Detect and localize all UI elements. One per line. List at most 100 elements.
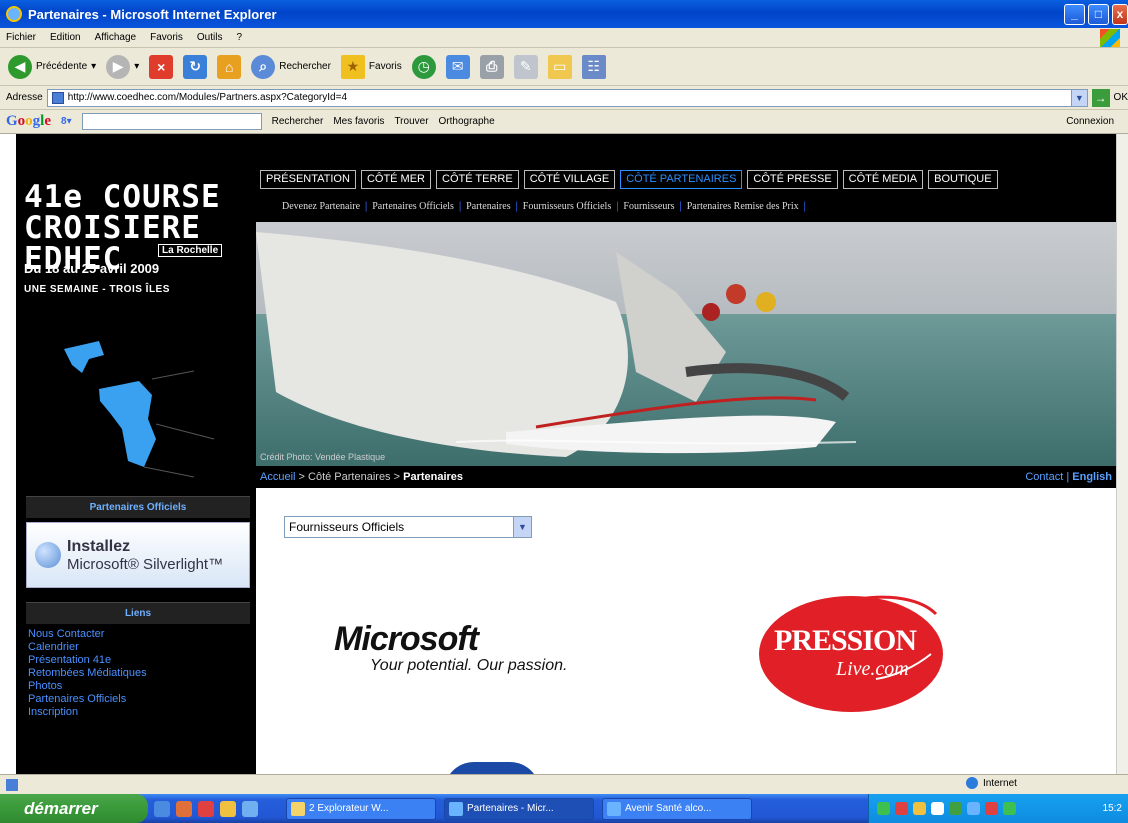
- status-bar: Internet: [0, 774, 1128, 794]
- chevron-down-icon[interactable]: ▼: [1070, 89, 1087, 106]
- tray-icon[interactable]: [1003, 802, 1016, 815]
- category-selected-value: Fournisseurs Officiels: [289, 520, 405, 534]
- pression-live-logo[interactable]: PRESSION Live.com: [756, 584, 946, 716]
- nav-boutique[interactable]: BOUTIQUE: [928, 170, 998, 189]
- tray-icon[interactable]: [877, 802, 890, 815]
- menu-favoris[interactable]: Favoris: [150, 32, 183, 43]
- tray-icon[interactable]: [913, 802, 926, 815]
- google-options-icon[interactable]: 8▾: [61, 116, 72, 127]
- mail-icon[interactable]: ✉: [445, 54, 470, 79]
- tray-icon[interactable]: [949, 802, 962, 815]
- menu-affichage[interactable]: Affichage: [95, 32, 137, 43]
- google-favorites-button[interactable]: Mes favoris: [333, 116, 384, 127]
- chevron-down-icon[interactable]: ▼: [513, 517, 531, 537]
- subnav-partenaires-officiels[interactable]: Partenaires Officiels: [372, 201, 454, 212]
- maximize-button[interactable]: □: [1088, 4, 1109, 25]
- link-item[interactable]: Calendrier: [28, 641, 250, 654]
- contact-link[interactable]: Contact: [1025, 471, 1063, 483]
- silverlight-icon: [35, 542, 61, 568]
- subnav-devenez-partenaire[interactable]: Devenez Partenaire: [282, 201, 360, 212]
- subnav-partenaires[interactable]: Partenaires: [466, 201, 510, 212]
- taskbar-item-partenaires[interactable]: Partenaires - Micr...: [444, 797, 594, 820]
- pression-line2: Live.com: [836, 658, 909, 680]
- microsoft-logo[interactable]: Microsoft Your potential. Our passion.: [334, 620, 567, 675]
- messenger-icon[interactable]: ☷: [581, 54, 606, 79]
- menu-fichier[interactable]: Fichier: [6, 32, 36, 43]
- nav-cote-terre[interactable]: CÔTÉ TERRE: [436, 170, 519, 189]
- link-item[interactable]: Partenaires Officiels: [28, 693, 250, 706]
- google-login-button[interactable]: Connexion: [1066, 116, 1114, 127]
- taskbar-item-explorer[interactable]: 2 Explorateur W...: [286, 797, 436, 820]
- close-button[interactable]: x: [1112, 4, 1128, 25]
- install-silverlight-banner[interactable]: Installez Microsoft® Silverlight™: [26, 522, 250, 588]
- edit-icon[interactable]: ✎: [513, 54, 538, 79]
- nav-cote-mer[interactable]: CÔTÉ MER: [360, 170, 431, 189]
- google-search-button[interactable]: Rechercher: [272, 116, 324, 127]
- show-desktop-icon[interactable]: [154, 800, 170, 817]
- taskbar: démarrer 2 Explorateur W... Partenaires …: [0, 794, 1128, 823]
- link-item[interactable]: Nous Contacter: [28, 628, 250, 641]
- link-item[interactable]: Inscription: [28, 706, 250, 719]
- event-logo[interactable]: 41e COURSE CROISIERE EDHEC La Rochelle D…: [16, 134, 256, 489]
- zone-label: Internet: [983, 777, 1017, 789]
- english-link[interactable]: English: [1072, 471, 1112, 483]
- tray-icon[interactable]: [967, 802, 980, 815]
- category-select[interactable]: Fournisseurs Officiels ▼: [284, 516, 532, 538]
- nav-cote-media[interactable]: CÔTÉ MEDIA: [842, 170, 924, 189]
- chevron-down-icon[interactable]: ▾: [134, 61, 139, 72]
- print-icon[interactable]: ⎙: [479, 54, 504, 79]
- link-item[interactable]: Retombées Médiatiques: [28, 667, 250, 680]
- breadcrumb-home[interactable]: Accueil: [260, 471, 295, 483]
- home-icon[interactable]: ⌂: [217, 54, 242, 79]
- windows-logo-icon: [1100, 28, 1120, 47]
- forward-arrow-icon: ▶: [106, 54, 131, 79]
- menu-help[interactable]: ?: [236, 32, 242, 43]
- partial-partner-logo[interactable]: [444, 762, 540, 774]
- folder-icon[interactable]: ▭: [547, 54, 572, 79]
- subnav-fournisseurs-officiels[interactable]: Fournisseurs Officiels: [523, 201, 611, 212]
- search-button[interactable]: ⌕ Rechercher: [251, 54, 331, 79]
- breadcrumb-level1[interactable]: Côté Partenaires: [308, 471, 391, 483]
- subnav-fournisseurs[interactable]: Fournisseurs: [623, 201, 674, 212]
- google-spell-button[interactable]: Orthographe: [439, 116, 495, 127]
- google-find-button[interactable]: Trouver: [394, 116, 428, 127]
- nav-cote-presse[interactable]: CÔTÉ PRESSE: [747, 170, 838, 189]
- ie-quicklaunch-icon[interactable]: [242, 800, 258, 817]
- logo-line2: CROISIERE: [24, 210, 201, 246]
- menu-edition[interactable]: Edition: [50, 32, 81, 43]
- address-label: Adresse: [6, 92, 43, 103]
- stop-icon[interactable]: ×: [149, 54, 174, 79]
- clock[interactable]: 15:2: [1103, 803, 1122, 814]
- vertical-scrollbar[interactable]: [1116, 134, 1128, 774]
- menu-outils[interactable]: Outils: [197, 32, 223, 43]
- globe-icon: [966, 777, 978, 789]
- nav-presentation[interactable]: PRÉSENTATION: [260, 170, 356, 189]
- tray-icon[interactable]: [895, 802, 908, 815]
- nav-cote-partenaires[interactable]: CÔTÉ PARTENAIRES: [620, 170, 743, 189]
- quicklaunch-icon[interactable]: [220, 800, 236, 817]
- go-label[interactable]: OK: [1114, 92, 1128, 103]
- taskbar-item-avenir[interactable]: Avenir Santé alco...: [602, 797, 752, 820]
- link-item[interactable]: Présentation 41e: [28, 654, 250, 667]
- go-button[interactable]: →: [1091, 88, 1110, 107]
- history-icon[interactable]: ◷: [411, 54, 436, 79]
- refresh-icon[interactable]: ↻: [183, 54, 208, 79]
- nav-cote-village[interactable]: CÔTÉ VILLAGE: [523, 170, 616, 189]
- google-logo[interactable]: Google: [6, 113, 51, 130]
- favorites-button[interactable]: ★ Favoris: [340, 54, 402, 79]
- address-input[interactable]: http://www.coedhec.com/Modules/Partners.…: [46, 88, 1088, 107]
- subnav-remise-des-prix[interactable]: Partenaires Remise des Prix: [687, 201, 799, 212]
- quicklaunch-icon[interactable]: [176, 800, 192, 817]
- window-title-bar[interactable]: Partenaires - Microsoft Internet Explore…: [0, 0, 1128, 28]
- back-button[interactable]: ◀ Précédente ▾: [8, 54, 96, 79]
- minimize-button[interactable]: _: [1064, 4, 1085, 25]
- tray-icon[interactable]: [931, 802, 944, 815]
- start-button[interactable]: démarrer: [0, 794, 148, 823]
- link-item[interactable]: Photos: [28, 680, 250, 693]
- google-search-input[interactable]: [81, 113, 262, 130]
- forward-button[interactable]: ▶ ▾: [106, 54, 139, 79]
- taskbar-item-label: Avenir Santé alco...: [625, 803, 712, 814]
- tray-icon[interactable]: [985, 802, 998, 815]
- chevron-down-icon[interactable]: ▾: [91, 61, 96, 72]
- quicklaunch-icon[interactable]: [198, 800, 214, 817]
